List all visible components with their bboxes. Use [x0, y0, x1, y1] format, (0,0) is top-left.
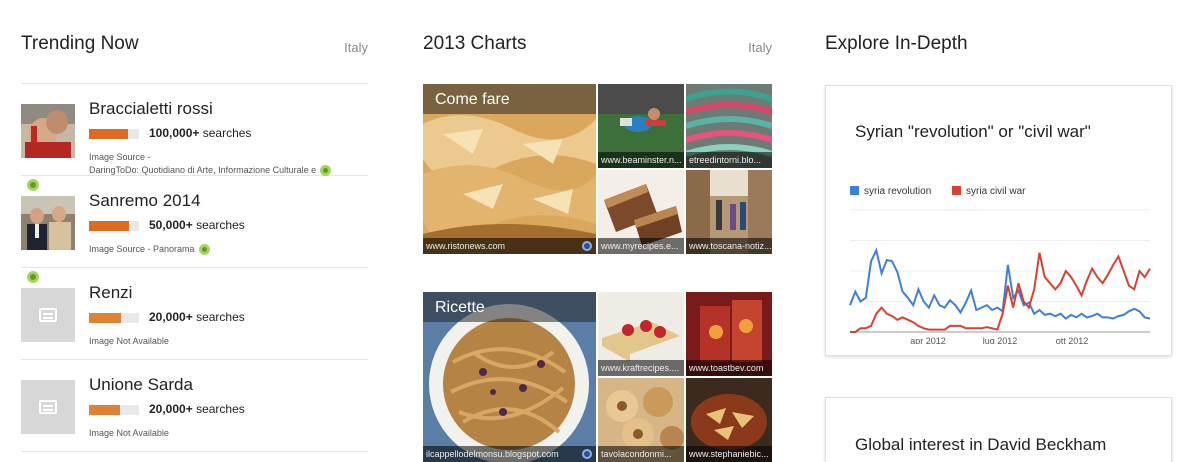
source-badge-icon[interactable]: [320, 165, 332, 177]
trend-thumbnail-placeholder[interactable]: [21, 288, 75, 342]
image-placeholder-icon: [39, 308, 57, 322]
image-source: Image Not Available: [89, 428, 169, 438]
search-count: 100,000+ searches: [149, 126, 252, 140]
legend-swatch: [850, 186, 859, 195]
image-source-caption: www.stephaniebic...: [686, 446, 772, 462]
explore-in-depth-panel: Explore In-Depth Syrian "revolution" or …: [825, 0, 1172, 462]
grid-label[interactable]: Ricette: [435, 299, 485, 317]
image-source: Image Not Available: [89, 336, 169, 346]
trend-title[interactable]: Unione Sarda: [89, 375, 193, 395]
chart-image[interactable]: www.toscana-notiz...: [686, 170, 772, 254]
chart-image[interactable]: www.beaminster.n...: [598, 84, 684, 168]
trending-region-link[interactable]: Italy: [344, 40, 368, 55]
trend-title[interactable]: Sanremo 2014: [89, 191, 201, 211]
image-source-caption: www.toscana-notiz...: [686, 238, 772, 254]
charts-title: 2013 Charts: [423, 33, 527, 54]
chart-grid-come-fare[interactable]: www.ristonews.com www.beaminster.n... et…: [423, 84, 772, 254]
trend-title[interactable]: Braccialetti rossi: [89, 99, 213, 119]
trend-item[interactable]: Braccialetti rossi 100,000+ searches Ima…: [21, 84, 368, 177]
explore-header: Explore In-Depth: [825, 0, 1172, 84]
x-tick-label: apr 2012: [910, 336, 946, 344]
charts-header: 2013 Charts Italy: [423, 0, 772, 84]
charts-region-link[interactable]: Italy: [748, 40, 772, 55]
image-source: Image Source - Panorama: [89, 243, 339, 256]
source-badge-icon[interactable]: [27, 179, 39, 191]
trend-item[interactable]: Sanremo 2014 50,000+ searches Image Sour…: [21, 176, 368, 268]
image-source-caption: tavolacondonmi...: [598, 446, 684, 462]
image-placeholder-icon: [39, 400, 57, 414]
card-title[interactable]: Syrian "revolution" or "civil war": [855, 122, 1091, 142]
chart-image[interactable]: www.stephaniebic...: [686, 378, 772, 462]
image-source-caption: ilcappellodelmonsu.blogspot.com: [423, 446, 596, 462]
chart-image[interactable]: etreedintorni.blo...: [686, 84, 772, 168]
charts-2013-panel: 2013 Charts Italy www.ristonews.com www.…: [423, 0, 772, 462]
trend-thumbnail[interactable]: [21, 196, 75, 250]
search-count: 20,000+ searches: [149, 402, 245, 416]
trend-thumbnail-placeholder[interactable]: [21, 380, 75, 434]
search-count: 50,000+ searches: [149, 218, 245, 232]
search-volume-bar: [89, 405, 139, 415]
chart-image[interactable]: www.myrecipes.e...: [598, 170, 684, 254]
explore-card[interactable]: Syrian "revolution" or "civil war" syria…: [825, 85, 1172, 356]
trending-title: Trending Now: [21, 33, 139, 54]
source-badge-icon[interactable]: [27, 271, 39, 283]
explore-title: Explore In-Depth: [825, 33, 968, 54]
legend-item: syria revolution: [850, 186, 931, 197]
image-source-caption: etreedintorni.blo...: [686, 152, 772, 168]
x-tick-label: lug 2012: [983, 336, 1018, 344]
card-title[interactable]: Global interest in David Beckham: [855, 435, 1106, 455]
image-source: Image Source - DaringToDo: Quotidiano di…: [89, 151, 339, 177]
chart-legend: syria revolution syria civil war: [850, 186, 1044, 197]
search-count: 20,000+ searches: [149, 310, 245, 324]
trending-now-panel: Trending Now Italy Braccialetti rossi 10…: [21, 0, 368, 452]
series-line-1: [850, 252, 1151, 333]
search-volume-bar: [89, 313, 139, 323]
image-source-caption: www.ristonews.com: [423, 238, 596, 254]
search-volume-bar: [89, 129, 139, 139]
image-source-caption: www.myrecipes.e...: [598, 238, 684, 254]
trend-item[interactable]: Renzi 20,000+ searches Image Not Availab…: [21, 268, 368, 360]
trend-line-chart[interactable]: apr 2012 lug 2012 ott 2012: [846, 204, 1152, 344]
image-source-caption: www.beaminster.n...: [598, 152, 684, 168]
image-source-caption: www.kraftrecipes....: [598, 360, 684, 376]
source-badge-icon[interactable]: [198, 244, 210, 256]
explore-card[interactable]: Global interest in David Beckham: [825, 397, 1172, 462]
trend-title[interactable]: Renzi: [89, 283, 132, 303]
search-volume-bar: [89, 221, 139, 231]
chart-image[interactable]: www.kraftrecipes....: [598, 292, 684, 376]
source-globe-icon[interactable]: [582, 241, 592, 251]
x-tick-label: ott 2012: [1056, 336, 1089, 344]
trending-header: Trending Now Italy: [21, 0, 368, 84]
source-globe-icon[interactable]: [582, 449, 592, 459]
chart-image[interactable]: www.toastbev.com: [686, 292, 772, 376]
chart-grid-ricette[interactable]: ilcappellodelmonsu.blogspot.com www.kraf…: [423, 292, 772, 462]
legend-item: syria civil war: [952, 186, 1026, 197]
chart-image[interactable]: tavolacondonmi...: [598, 378, 684, 462]
series-line-0: [849, 247, 1151, 320]
image-source-caption: www.toastbev.com: [686, 360, 772, 376]
trend-thumbnail[interactable]: [21, 104, 75, 158]
grid-label[interactable]: Come fare: [435, 91, 510, 109]
legend-swatch: [952, 186, 962, 195]
trend-item[interactable]: Unione Sarda 20,000+ searches Image Not …: [21, 360, 368, 452]
